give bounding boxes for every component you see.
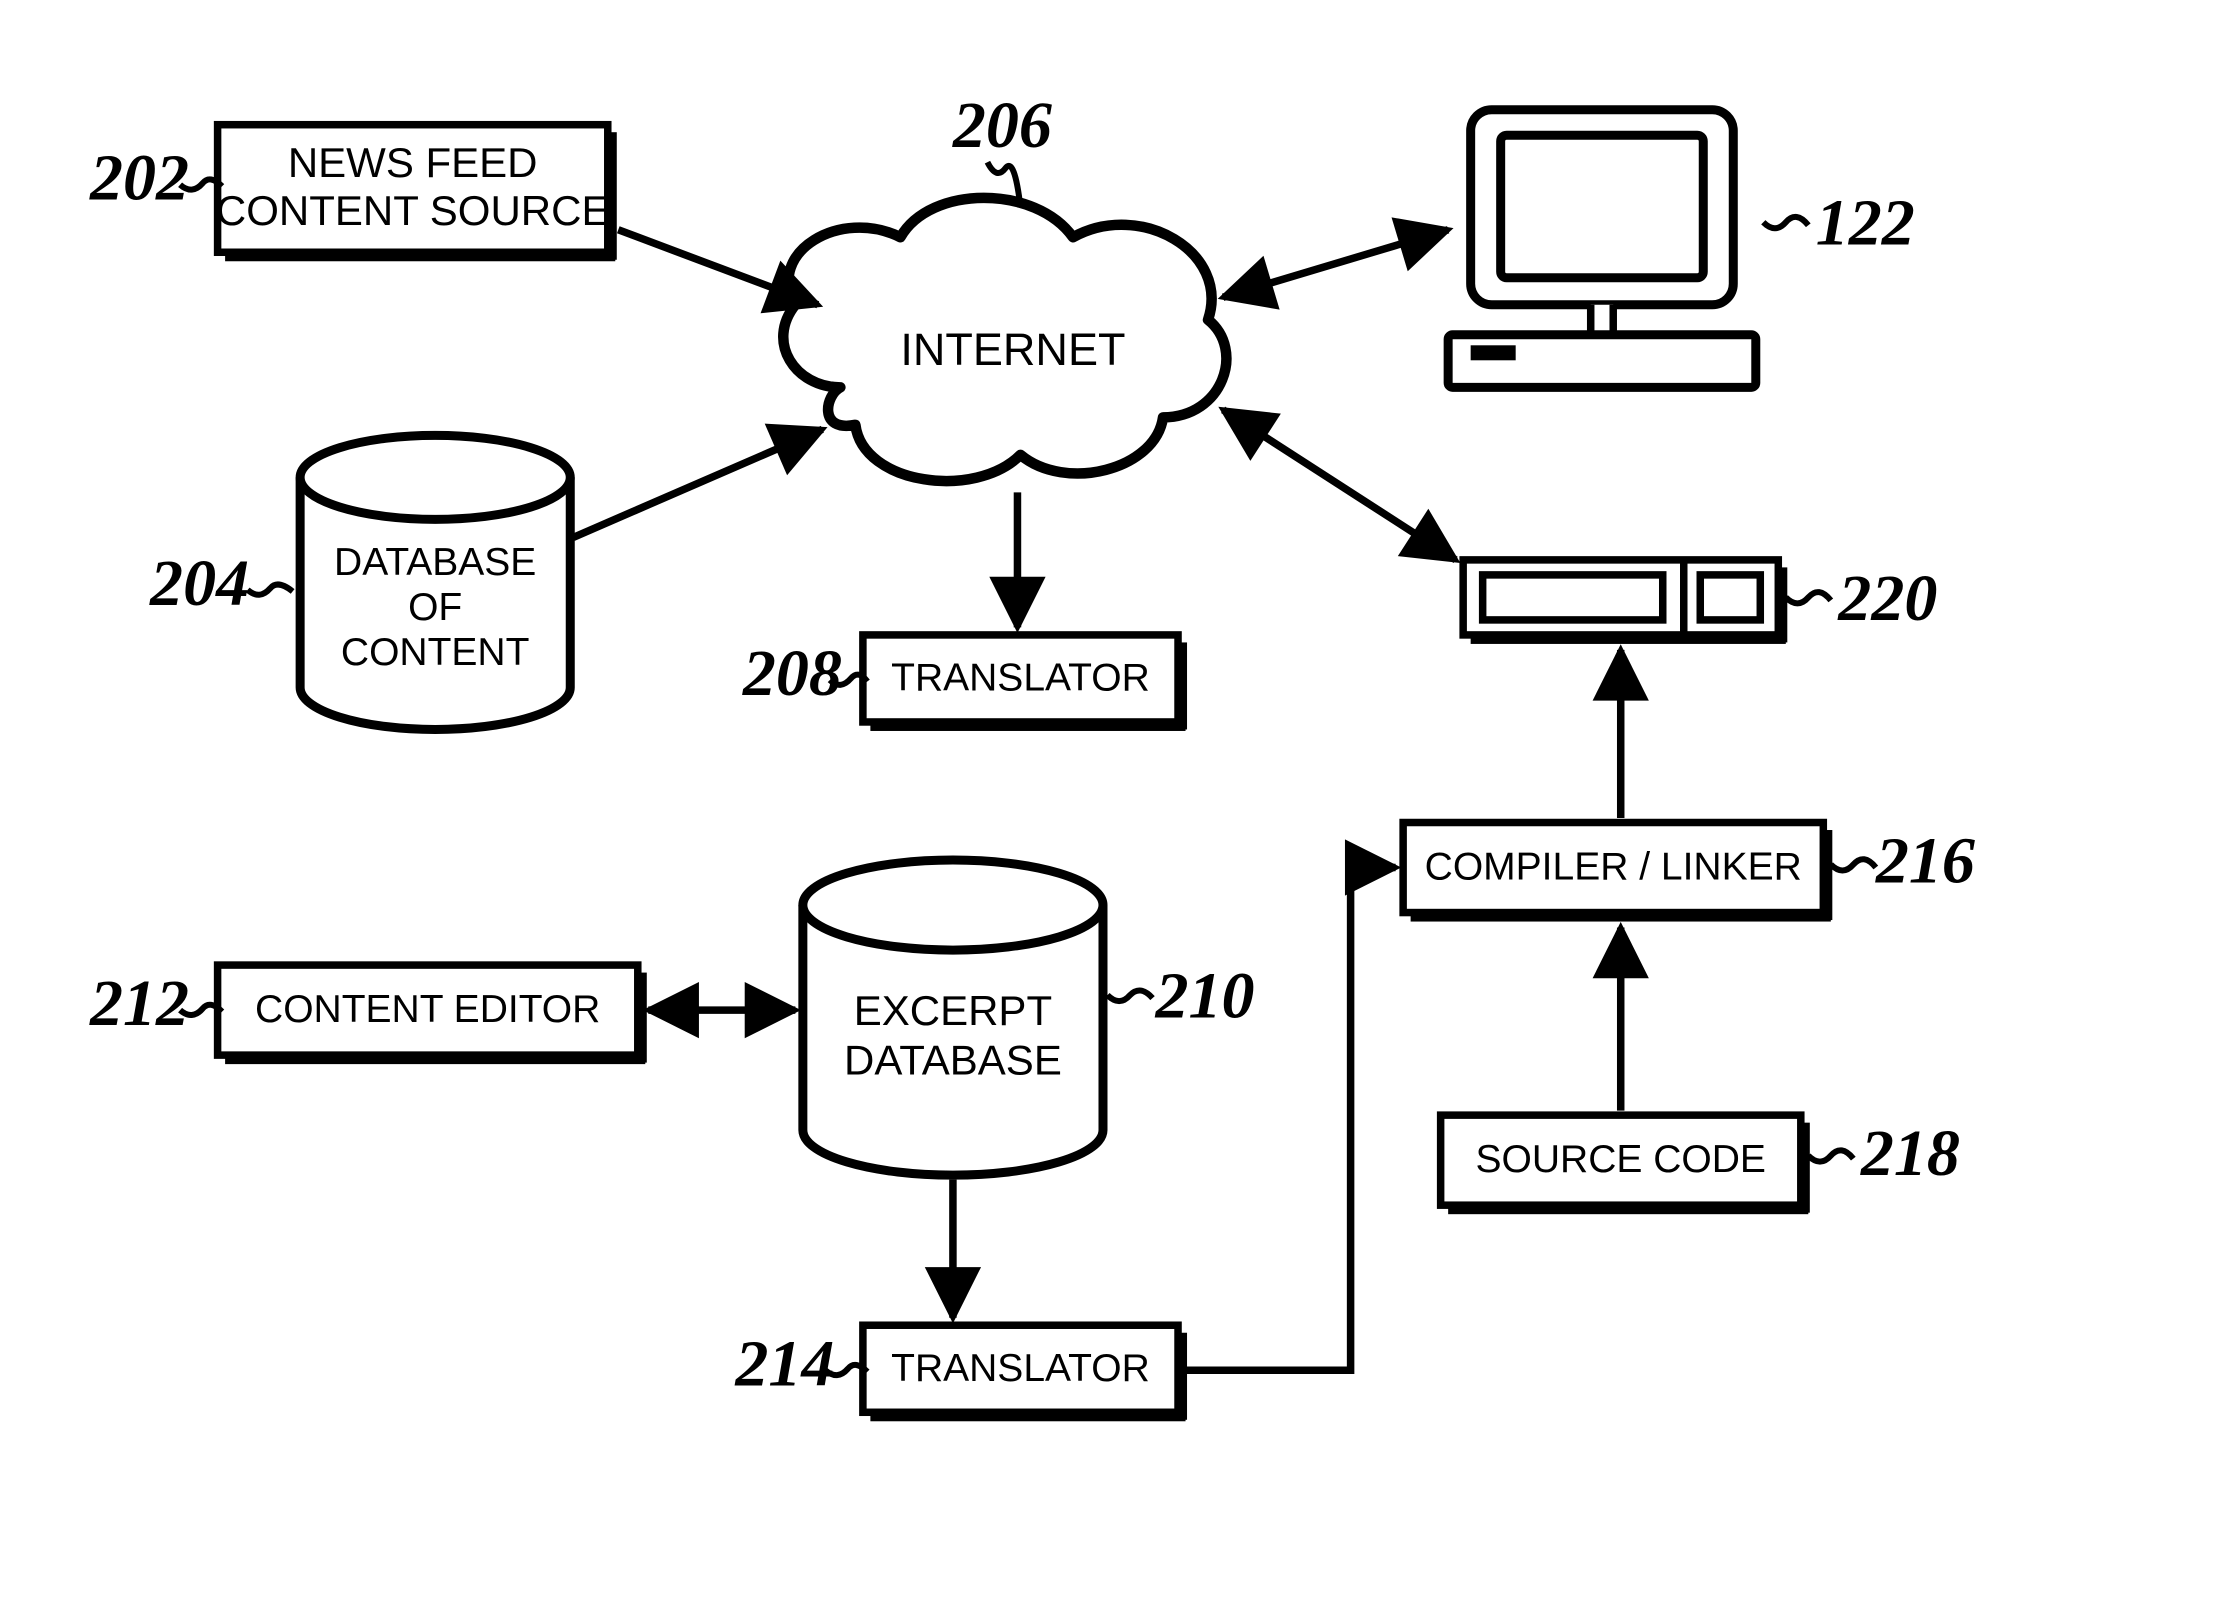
ref-202: 202 [89,142,189,215]
ref-214: 214 [734,1327,834,1400]
source-label: SOURCE CODE [1476,1138,1766,1181]
database-label2: OF [408,586,462,629]
translator-1-box: TRANSLATOR [863,635,1187,731]
database-label1: DATABASE [334,541,536,584]
translator1-label: TRANSLATOR [891,656,1150,699]
compiler-linker-box: COMPILER / LINKER [1403,823,1832,922]
source-code-box: SOURCE CODE [1441,1115,1810,1214]
ref-212: 212 [89,967,189,1040]
computer-icon [1448,110,1756,388]
arrow-internet-computer [1223,230,1448,298]
news-feed-label1: NEWS FEED [288,139,538,186]
ref-216: 216 [1875,825,1976,898]
excerpt-label2: DATABASE [844,1037,1062,1084]
database-of-content-cylinder: DATABASE OF CONTENT [300,435,570,729]
news-feed-label2: CONTENT SOURCE [216,187,610,234]
ref-210: 210 [1155,960,1255,1033]
ref-122: 122 [1816,187,1915,260]
ref-206: 206 [952,89,1053,162]
internet-cloud: INTERNET [783,198,1226,481]
arrow-database-to-internet [573,429,822,537]
compiler-label: COMPILER / LINKER [1425,846,1802,889]
content-editor-box: CONTENT EDITOR [218,965,647,1064]
ref-220: 220 [1837,562,1937,635]
excerpt-database-cylinder: EXCERPT DATABASE [803,860,1103,1175]
ref-218: 218 [1860,1117,1960,1190]
translator-2-box: TRANSLATOR [863,1325,1187,1421]
database-label3: CONTENT [341,631,530,674]
excerpt-label1: EXCERPT [854,987,1052,1034]
ref-204: 204 [149,547,249,620]
server-box [1463,560,1787,644]
internet-label: INTERNET [900,324,1125,375]
translator2-label: TRANSLATOR [891,1347,1150,1390]
ref-208: 208 [742,637,842,710]
news-feed-box: NEWS FEED CONTENT SOURCE [216,125,617,262]
arrow-translator2-to-compiler [1186,868,1396,1371]
arrow-internet-server [1223,410,1456,560]
editor-label: CONTENT EDITOR [255,988,600,1031]
